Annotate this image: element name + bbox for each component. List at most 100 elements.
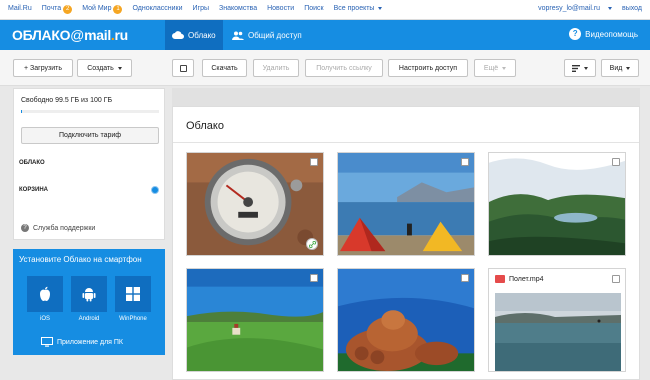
get-link-button[interactable]: Получить ссылку	[305, 59, 383, 77]
app-header: ОБЛАКО@mail.ru Облако Общий доступ ? Вид…	[0, 20, 650, 50]
connect-tariff-button[interactable]: Подключить тариф	[21, 127, 159, 144]
portal-link-mail[interactable]: Почта 2	[41, 5, 73, 14]
sort-button[interactable]	[564, 59, 596, 77]
meadow-thumbnail	[187, 269, 323, 371]
portal-link-ok[interactable]: Одноклассники	[132, 5, 182, 14]
chevron-down-icon	[502, 66, 507, 70]
mail-count-badge: 2	[63, 5, 73, 14]
view-label: Вид	[609, 64, 623, 72]
myworld-count-badge: 1	[113, 5, 123, 14]
portal-user: vopresy_lo@mail.ru выход	[522, 5, 642, 12]
sort-icon	[572, 64, 580, 72]
logo-ru: ru	[114, 27, 129, 43]
logout-link[interactable]: выход	[622, 5, 642, 12]
winphone-label: WinPhone	[119, 316, 147, 322]
valley-thumbnail	[489, 153, 625, 255]
tab-cloud[interactable]: Облако	[165, 20, 223, 50]
video-thumbnail	[495, 293, 621, 371]
view-button[interactable]: Вид	[601, 59, 639, 77]
shared-link-icon	[306, 238, 318, 250]
portal-link-games[interactable]: Игры	[193, 5, 210, 14]
delete-button[interactable]: Удалить	[253, 59, 299, 77]
page-title: Облако	[186, 120, 224, 132]
support-link[interactable]: ? Служба поддержки	[21, 224, 95, 232]
portal-link-mail-label: Почта	[41, 5, 62, 12]
pc-app-link[interactable]: Приложение для ПК	[41, 337, 123, 347]
logo-word: ОБЛАКО	[12, 27, 71, 43]
breadcrumb-bar	[172, 88, 640, 106]
select-checkbox[interactable]	[612, 275, 620, 283]
portal-links: Mail.Ru Почта 2 Мой Мир 1 Одноклассники Иг…	[8, 5, 392, 14]
video-help-label: Видеопомощь	[585, 29, 638, 39]
cloud-icon	[172, 31, 184, 39]
create-label: Создать	[87, 64, 114, 72]
sidebar-item-trash[interactable]: КОРЗИНА	[19, 187, 48, 193]
portal-link-dating[interactable]: Знакомства	[219, 5, 257, 14]
ios-app-button[interactable]	[27, 276, 63, 312]
video-help-button[interactable]: ? Видеопомощь	[569, 28, 638, 40]
tab-cloud-label: Облако	[188, 30, 216, 40]
get-link-label: Получить ссылку	[316, 64, 372, 72]
toolbar: + Загрузить Создать Скачать Удалить Полу…	[0, 50, 650, 86]
file-tile-hay[interactable]	[337, 268, 475, 372]
tents-thumbnail	[338, 153, 474, 255]
portal-link-all-projects[interactable]: Все проекты	[334, 5, 383, 14]
question-icon: ?	[21, 224, 29, 232]
create-button[interactable]: Создать	[77, 59, 132, 77]
portal-link-news[interactable]: Новости	[267, 5, 294, 14]
download-label: Скачать	[211, 64, 238, 72]
checkbox-icon	[179, 64, 187, 72]
android-icon	[82, 288, 96, 302]
select-checkbox[interactable]	[461, 274, 469, 282]
delete-label: Удалить	[262, 64, 290, 72]
more-label: Ещё	[483, 64, 499, 72]
select-checkbox[interactable]	[612, 158, 620, 166]
file-tile-video[interactable]: Полет.mp4	[488, 268, 626, 372]
user-email-link[interactable]: vopresy_lo@mail.ru	[530, 5, 613, 12]
upload-button[interactable]: + Загрузить	[13, 59, 73, 77]
all-projects-label: Все проекты	[333, 5, 375, 12]
user-email: vopresy_lo@mail.ru	[538, 5, 601, 12]
more-button[interactable]: Ещё	[474, 59, 516, 77]
video-header: Полет.mp4	[489, 269, 625, 289]
speedometer-thumbnail	[187, 153, 323, 255]
winphone-app-button[interactable]	[115, 276, 151, 312]
file-tile-meadow[interactable]	[186, 268, 324, 372]
mobile-promo: Установите Облако на смартфон iOS Androi…	[13, 249, 165, 355]
cloud-logo[interactable]: ОБЛАКО@mail.ru	[12, 27, 128, 43]
select-checkbox[interactable]	[461, 158, 469, 166]
select-checkbox[interactable]	[310, 274, 318, 282]
sidebar-item-cloud[interactable]: ОБЛАКО	[19, 160, 45, 166]
tab-shared-label: Общий доступ	[248, 30, 302, 40]
upload-label: + Загрузить	[24, 64, 62, 72]
portal-bar: Mail.Ru Почта 2 Мой Мир 1 Одноклассники Иг…	[0, 0, 650, 20]
hay-thumbnail	[338, 269, 474, 371]
logo-at: @	[70, 27, 85, 43]
tab-shared-access[interactable]: Общий доступ	[225, 20, 309, 50]
support-label: Служба поддержки	[33, 224, 96, 232]
ios-label: iOS	[39, 316, 50, 322]
chevron-down-icon	[626, 66, 631, 70]
android-label: Android	[78, 316, 100, 322]
configure-access-button[interactable]: Настроить доступ	[388, 59, 468, 77]
select-all-button[interactable]	[172, 59, 194, 77]
android-app-button[interactable]	[71, 276, 107, 312]
windows-icon	[126, 287, 140, 301]
portal-link-search[interactable]: Поиск	[304, 5, 323, 14]
file-tile-tents[interactable]	[337, 152, 475, 256]
active-indicator	[151, 186, 159, 194]
chevron-down-icon	[117, 66, 122, 70]
quota-bar	[21, 110, 159, 113]
monitor-icon	[41, 337, 53, 347]
promo-title: Установите Облако на смартфон	[19, 255, 142, 264]
quota-bar-fill	[21, 110, 23, 113]
configure-access-label: Настроить доступ	[398, 64, 458, 72]
download-button[interactable]: Скачать	[202, 59, 247, 77]
portal-link-myworld[interactable]: Мой Мир 1	[82, 5, 123, 14]
file-tile-valley[interactable]	[488, 152, 626, 256]
select-checkbox[interactable]	[310, 158, 318, 166]
file-tile-speedometer[interactable]	[186, 152, 324, 256]
file-area: Облако Полет.mp4	[172, 106, 640, 380]
portal-link-mailru[interactable]: Mail.Ru	[8, 5, 32, 14]
question-icon: ?	[569, 28, 582, 40]
